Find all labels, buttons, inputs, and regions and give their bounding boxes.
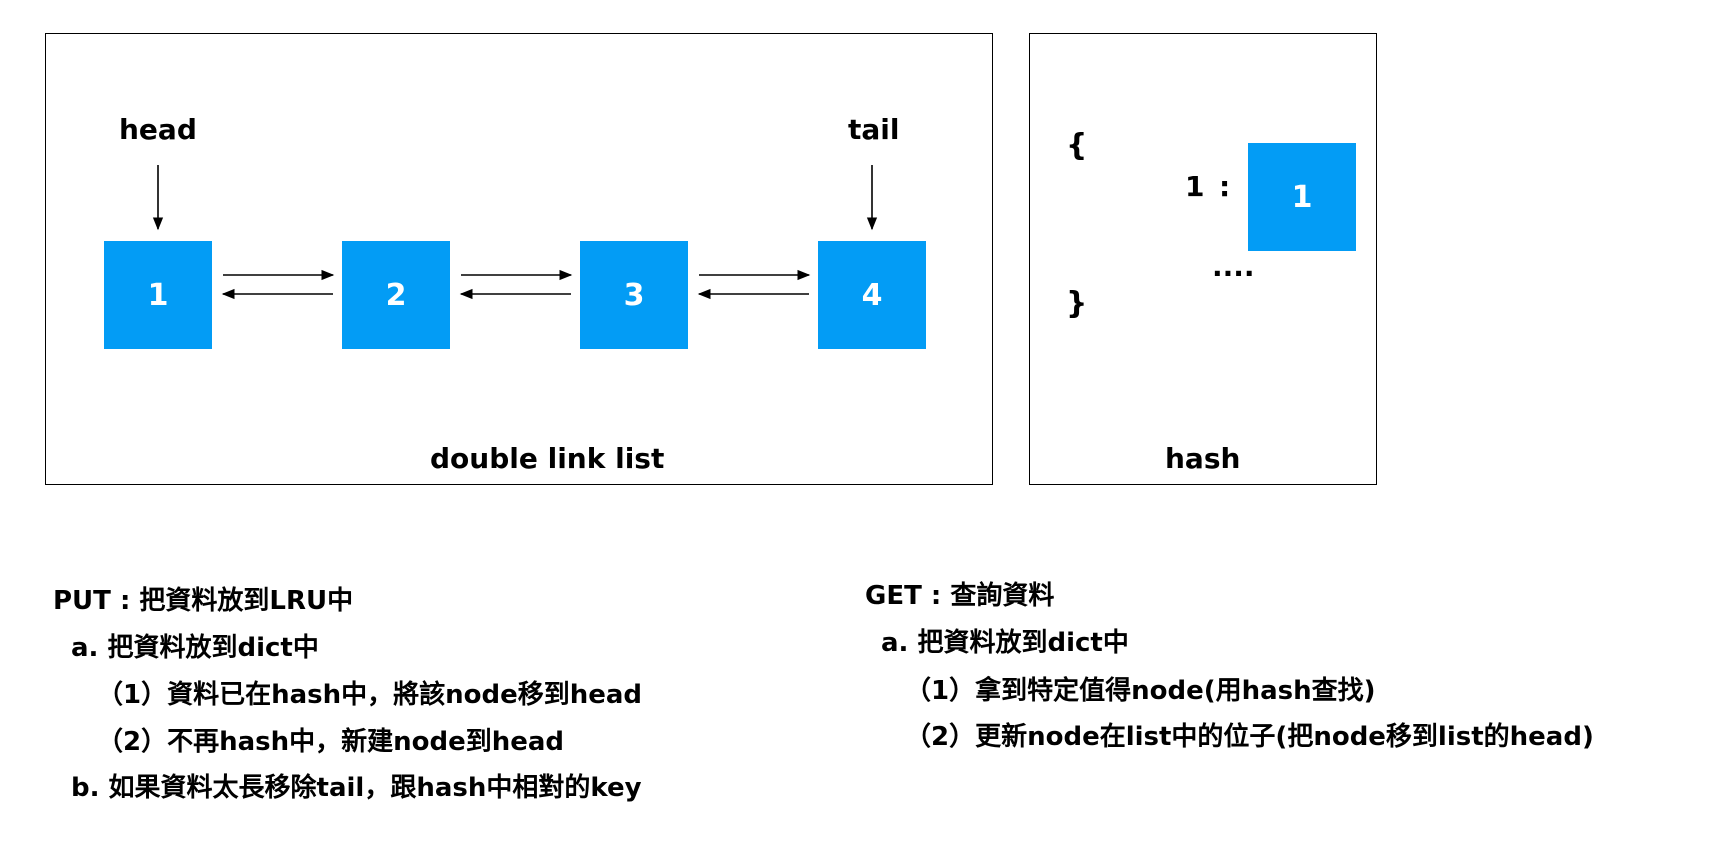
put-item-a: a. 把資料放到dict中: [71, 633, 319, 663]
get-title: GET : 查詢資料: [865, 581, 1055, 611]
get-item-a-2: （2）更新node在list中的位子(把node移到list的head): [905, 722, 1594, 752]
put-item-b: b. 如果資料太長移除tail，跟hash中相對的key: [71, 773, 642, 803]
put-item-a-2: （2）不再hash中，新建node到head: [97, 727, 565, 757]
put-item-a-1: （1）資料已在hash中，將該node移到head: [97, 680, 643, 710]
put-title: PUT : 把資料放到LRU中: [53, 586, 354, 616]
get-item-a: a. 把資料放到dict中: [881, 628, 1129, 658]
get-item-a-1: （1）拿到特定值得node(用hash查找): [905, 676, 1376, 706]
